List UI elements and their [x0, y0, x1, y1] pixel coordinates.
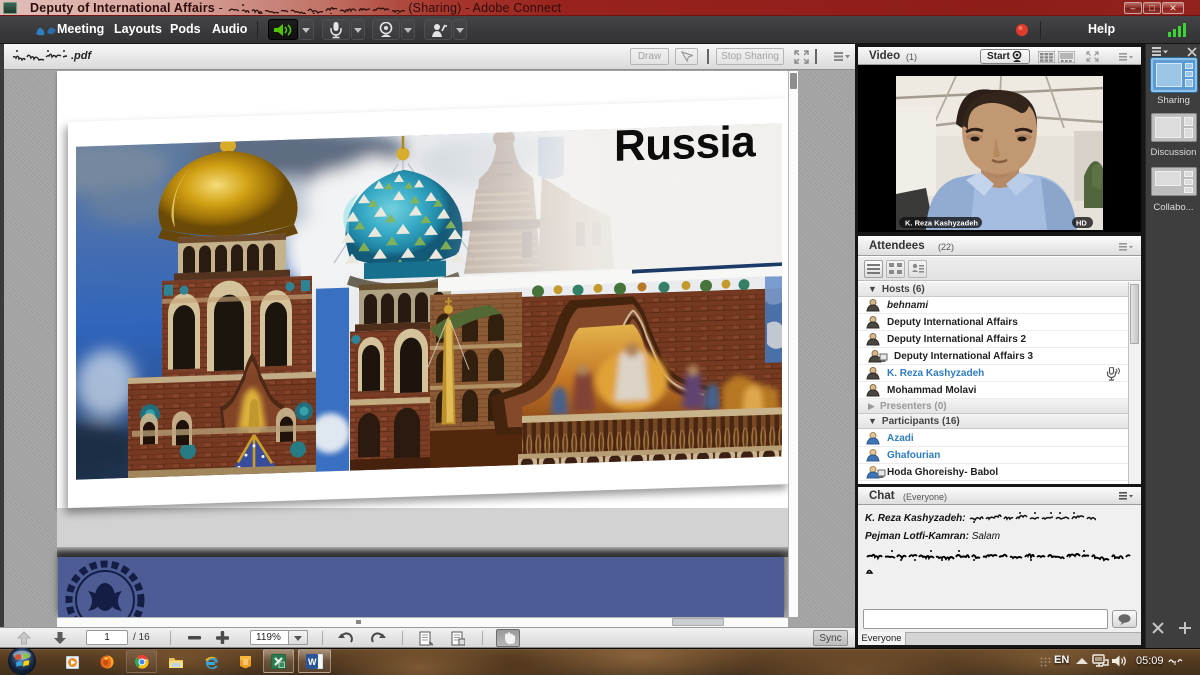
svg-text:W: W: [308, 657, 317, 667]
svg-text:Russia: Russia: [614, 123, 756, 171]
svg-text:HD: HD: [1076, 219, 1087, 228]
svg-text:K. Reza Kashyzadeh: K. Reza Kashyzadeh: [905, 219, 978, 228]
